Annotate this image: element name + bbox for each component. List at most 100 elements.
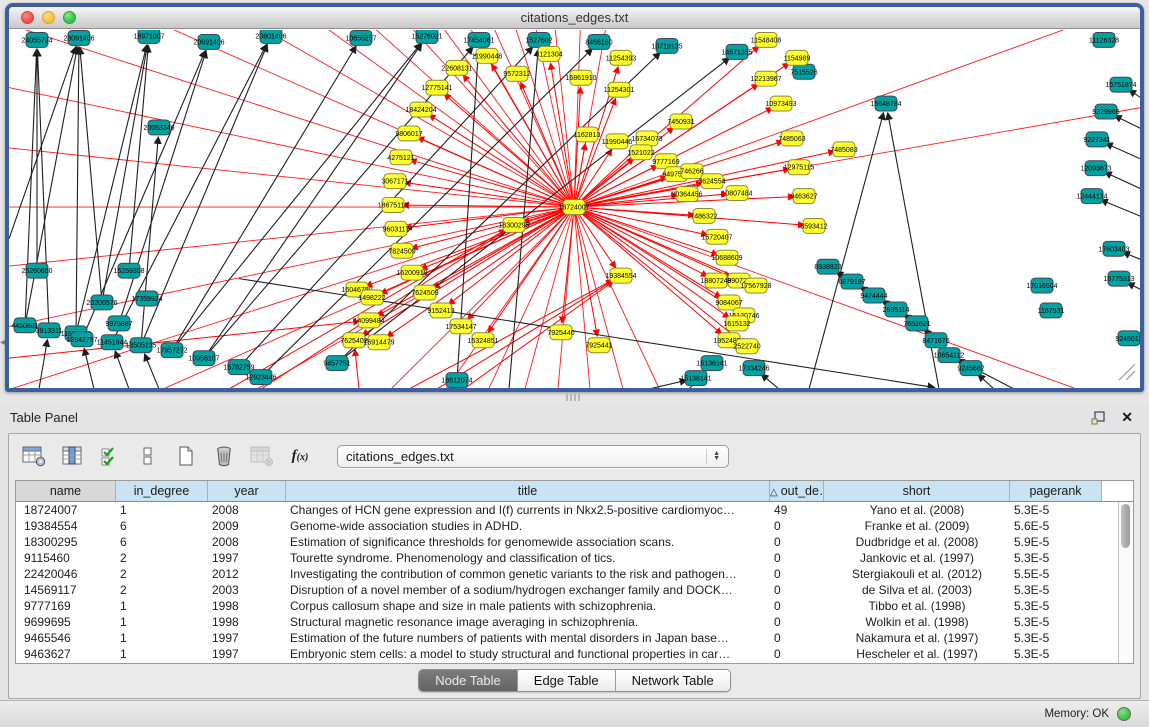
network-node[interactable]: 1154989 [784,50,811,65]
network-node[interactable]: 14671355 [721,44,752,59]
delete-column-icon[interactable] [211,443,237,469]
table-row[interactable]: 969969511998Structural magnetic resonanc… [16,614,1133,630]
network-node[interactable]: 15138141 [680,371,711,386]
minimize-window-button[interactable] [42,11,55,24]
network-node[interactable]: 16775313 [1103,271,1134,286]
network-node[interactable]: 9245012 [1115,331,1140,346]
network-node[interactable]: 7624509 [411,285,438,300]
network-node[interactable]: 11254393 [606,50,637,65]
network-node[interactable]: 16861910 [565,70,596,85]
network-node[interactable]: 9806017 [395,126,422,141]
network-node[interactable]: 1167531 [1038,303,1065,318]
network-node[interactable]: 10807484 [721,186,752,201]
window-titlebar[interactable]: citations_edges.txt [9,7,1140,29]
network-node[interactable]: 8471676 [922,333,949,348]
network-node[interactable]: 16734073 [631,131,662,146]
resize-grip-icon[interactable] [1119,364,1135,380]
table-row[interactable]: 1456911722003Disruption of a novel membe… [16,582,1133,598]
network-node[interactable]: 3913311 [36,323,63,338]
network-node[interactable]: 17016504 [1026,278,1057,293]
network-node[interactable]: 2522740 [733,339,760,354]
network-node[interactable]: 15751874 [1105,77,1136,92]
network-node[interactable]: 16648784 [870,96,901,111]
table-row[interactable]: 911546021997Tourette syndrome. Phenomeno… [16,550,1133,566]
network-node[interactable]: 8938923 [814,259,841,274]
network-node[interactable]: 746266 [680,164,703,179]
network-node[interactable]: 18612074 [441,373,472,388]
network-node[interactable]: 1521022 [627,145,654,160]
network-node[interactable]: 9474444 [860,288,887,303]
network-node[interactable]: 17454061 [463,32,494,47]
network-node[interactable]: 13505135 [125,338,156,353]
table-row[interactable]: 2242004622012Investigating the contribut… [16,566,1133,582]
network-node[interactable]: 12213967 [750,71,781,86]
network-node[interactable]: 13942757 [66,332,97,347]
network-node[interactable]: 23091406 [63,30,94,45]
network-node[interactable]: 20801406 [255,30,286,43]
network-node[interactable]: 19384554 [605,268,636,283]
network-node[interactable]: 17957272 [156,343,187,358]
close-window-button[interactable] [21,11,34,24]
citation-network-graph[interactable]: 2405572423091406189710072069140620801406… [9,30,1140,388]
column-header-name[interactable]: name [16,481,116,501]
network-node[interactable]: 11990448 [472,48,503,63]
network-node[interactable]: 1498222 [358,290,385,305]
network-node[interactable]: 7925440 [547,325,574,340]
tab-network-table[interactable]: Network Table [616,670,730,691]
network-node[interactable]: 9152413 [427,303,454,318]
select-all-icon[interactable] [97,443,123,469]
network-node[interactable]: 2935114 [883,302,910,317]
network-node[interactable]: 1527602 [525,32,552,47]
network-node[interactable]: 17567928 [740,278,771,293]
network-node[interactable]: 9572312 [503,66,530,81]
network-node[interactable]: 17534147 [445,319,476,334]
network-node[interactable]: 18724007 [558,200,589,215]
network-node[interactable]: 7450931 [667,114,694,129]
network-node[interactable]: 3624554 [698,174,725,189]
memory-ok-indicator[interactable] [1117,707,1131,721]
network-node[interactable]: 18300295 [498,217,529,232]
column-header-year[interactable]: year [208,481,286,501]
network-canvas[interactable]: 2405572423091406189710072069140620801406… [9,30,1140,388]
network-node[interactable]: 4450681 [11,318,38,333]
deselect-all-icon[interactable] [135,443,161,469]
network-node[interactable]: 16136141 [696,356,727,371]
network-node[interactable]: 7515526 [790,64,817,79]
network-node[interactable]: 9463627 [790,189,817,204]
delete-table-icon[interactable] [249,443,275,469]
network-node[interactable]: 16914479 [363,335,394,350]
network-node[interactable]: 4275121 [387,150,414,165]
network-node[interactable]: 14099484 [353,313,384,328]
table-row[interactable]: 1830029562008Estimation of significance … [16,534,1133,550]
network-node[interactable]: 12093873 [1080,161,1111,176]
network-node[interactable]: 1615132 [723,316,750,331]
network-node[interactable]: 17359924 [131,291,162,306]
network-node[interactable]: 9603117 [383,221,410,236]
network-node[interactable]: 16200919 [396,265,427,280]
network-node[interactable]: 20206576 [86,295,117,310]
network-node[interactable]: 9227341 [1083,132,1110,147]
table-row[interactable]: 977716911998Corpus callosum shape and si… [16,598,1133,614]
column-header-in_degree[interactable]: in_degree [116,481,208,501]
network-node[interactable]: 11548408 [751,32,782,47]
network-node[interactable]: 9975887 [105,316,132,331]
network-node[interactable]: 7925441 [585,338,612,353]
table-mode-icon[interactable] [21,443,47,469]
network-node[interactable]: 18807249 [700,273,731,288]
network-node[interactable]: 3067171 [381,174,408,189]
network-node[interactable]: 17603403 [1098,241,1129,256]
network-node[interactable]: 20691406 [193,34,224,49]
network-node[interactable]: 10958107 [188,351,219,366]
table-row[interactable]: 1872400712008Changes of HCN gene express… [16,502,1133,518]
network-node[interactable]: 6879197 [838,274,865,289]
network-node[interactable]: 20053346 [143,120,174,135]
network-node[interactable]: 7652621 [903,316,930,331]
function-builder-icon[interactable]: f(x) [287,443,313,469]
network-node[interactable]: 7824509 [388,243,415,258]
tab-edge-table[interactable]: Edge Table [518,670,616,691]
network-node[interactable]: 12975115 [784,160,815,175]
network-node[interactable]: 10719135 [651,38,682,53]
float-panel-icon[interactable] [1091,410,1107,426]
network-node[interactable]: 8121304 [535,46,562,61]
network-node[interactable]: 1162813 [574,127,601,142]
